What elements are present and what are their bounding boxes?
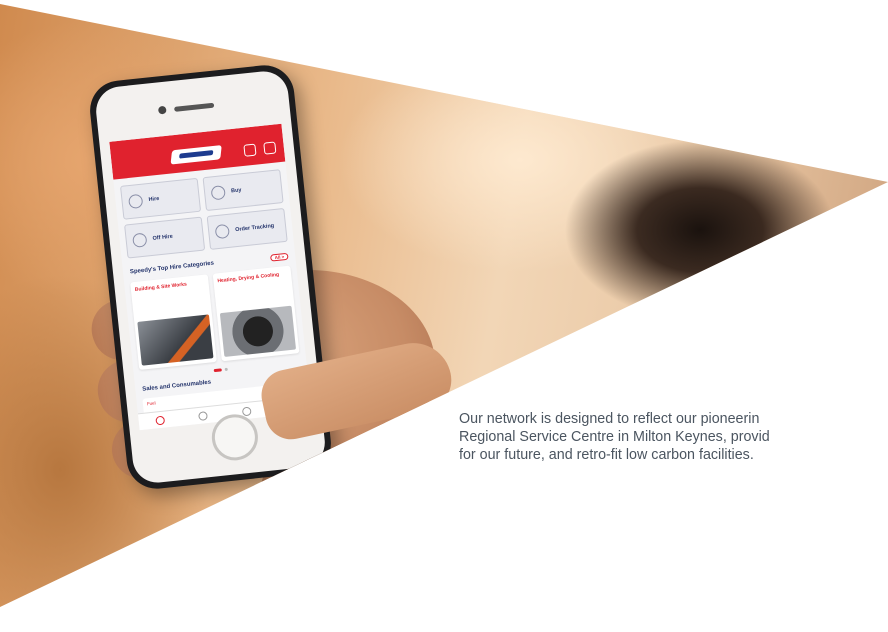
home-tab-icon[interactable] — [155, 415, 166, 425]
card-image — [137, 314, 214, 366]
cart-icon[interactable] — [263, 141, 277, 155]
view-all-button[interactable]: All > — [270, 252, 289, 262]
camera-icon — [157, 105, 167, 115]
tile-label: Buy — [230, 187, 242, 195]
body-text-line: for our future, and retro-fit low carbon… — [459, 447, 754, 463]
order-tracking-tile[interactable]: Order Tracking — [206, 207, 288, 250]
location-tab-icon[interactable] — [198, 410, 209, 421]
body-text-line: Regional Service Centre in Milton Keynes… — [459, 429, 770, 445]
speaker-grille — [174, 102, 215, 112]
body-text-line: Our network is designed to reflect our p… — [459, 411, 760, 427]
body-text: Our network is designed to reflect our p… — [459, 410, 888, 464]
bag-icon — [210, 185, 226, 201]
category-card[interactable]: Heating, Drying & Cooling — [212, 265, 300, 362]
tile-label: Order Tracking — [234, 223, 275, 234]
buy-tile[interactable]: Buy — [202, 169, 284, 212]
off-hire-tile[interactable]: Off Hire — [124, 216, 206, 259]
category-cards: Building & Site Works Heating, Drying & … — [124, 263, 306, 373]
list-tab-icon[interactable] — [241, 406, 252, 416]
tile-label: Off Hire — [152, 233, 174, 242]
hire-tile[interactable]: Hire — [119, 177, 202, 220]
hire-icon — [127, 193, 144, 210]
brand-logo — [170, 145, 222, 165]
header-icons — [243, 141, 277, 157]
card-image — [219, 305, 297, 357]
user-icon[interactable] — [243, 143, 257, 157]
calendar-icon — [132, 232, 148, 248]
hero-photo: Hire Buy Off Hire Order Tracking Speedy'… — [0, 4, 888, 607]
tile-label: Hire — [148, 195, 160, 204]
box-icon — [214, 223, 231, 240]
category-card[interactable]: Building & Site Works — [130, 274, 217, 370]
